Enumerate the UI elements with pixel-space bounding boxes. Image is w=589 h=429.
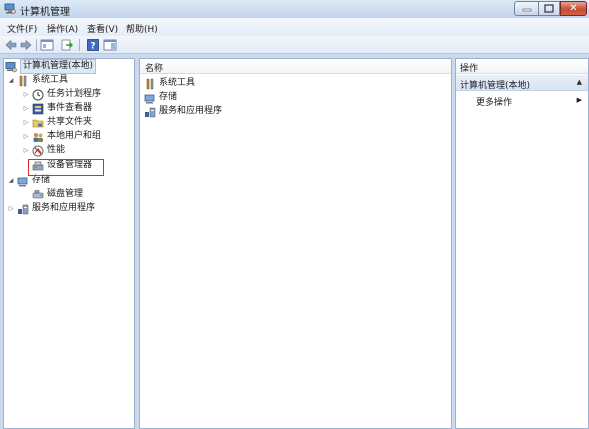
list-item-label: 存储 xyxy=(159,92,178,102)
window-title: 计算机管理 xyxy=(20,7,70,18)
show-hide-tree-icon[interactable] xyxy=(40,38,54,52)
actions-section-header[interactable]: 计算机管理(本地) ▲ xyxy=(456,75,588,91)
tree-label-task-scheduler: 任务计划程序 xyxy=(47,89,102,99)
close-button[interactable]: ✕ xyxy=(560,1,587,16)
tree-label-local-users: 本地用户和组 xyxy=(47,131,102,141)
actions-header-label: 操作 xyxy=(460,64,479,74)
tree-label-services-apps: 服务和应用程序 xyxy=(32,203,96,213)
list-item-label: 服务和应用程序 xyxy=(159,106,223,116)
list-item[interactable]: 服务和应用程序 xyxy=(144,105,222,118)
list-item-label: 系统工具 xyxy=(159,78,196,88)
column-header-name[interactable]: 名称 xyxy=(140,59,451,74)
tree-label-system-tools: 系统工具 xyxy=(32,75,69,85)
tree-item-local-users[interactable]: ▷ 本地用户和组 xyxy=(22,130,101,143)
event-viewer-icon xyxy=(32,103,44,114)
services-icon xyxy=(18,204,29,214)
expand-arrow-icon[interactable]: ▷ xyxy=(22,144,30,157)
storage-icon xyxy=(144,94,155,103)
menu-view[interactable]: 查看(V) xyxy=(87,22,118,35)
navigation-tree-pane[interactable]: 计算机管理(本地) ◢ 系统工具 ▷ 任务计划程序 ▷ 事件查看器 ▷ 共享文件… xyxy=(3,58,135,429)
menu-file[interactable]: 文件(F) xyxy=(7,22,37,35)
collapse-arrow-icon[interactable]: ◢ xyxy=(7,174,15,187)
expand-arrow-icon[interactable]: ▷ xyxy=(22,130,30,143)
menu-action[interactable]: 操作(A) xyxy=(47,22,78,35)
minimize-icon xyxy=(522,8,531,11)
forward-arrow-icon[interactable] xyxy=(19,38,33,52)
tree-item-system-tools[interactable]: ◢ 系统工具 xyxy=(7,74,68,87)
list-item[interactable]: 系统工具 xyxy=(144,77,195,90)
column-header-label: 名称 xyxy=(145,64,164,74)
expand-arrow-icon[interactable]: ▷ xyxy=(7,202,15,215)
tree-label-performance: 性能 xyxy=(47,145,66,155)
tools-icon xyxy=(146,78,154,89)
collapse-arrow-icon[interactable]: ◢ xyxy=(7,74,15,87)
title-bar: 计算机管理 ✕ xyxy=(0,0,589,18)
tree-item-root[interactable]: 计算机管理(本地) xyxy=(5,59,97,74)
back-arrow-icon[interactable] xyxy=(4,38,18,52)
tree-item-services-apps[interactable]: ▷ 服务和应用程序 xyxy=(7,202,95,215)
maximize-button[interactable] xyxy=(538,1,560,16)
tree-item-performance[interactable]: ▷ 性能 xyxy=(22,144,65,157)
actions-header: 操作 xyxy=(456,59,588,74)
help-icon[interactable]: ? xyxy=(86,38,100,52)
services-icon xyxy=(145,107,156,117)
shared-folder-icon xyxy=(32,119,44,127)
tree-label-root: 计算机管理(本地) xyxy=(20,59,97,74)
expand-arrow-icon[interactable]: ▷ xyxy=(22,102,30,115)
close-icon: ✕ xyxy=(569,3,578,14)
minimize-button[interactable] xyxy=(514,1,538,16)
computer-management-icon xyxy=(4,3,16,14)
maximize-icon xyxy=(544,4,554,13)
tree-label-shared-folders: 共享文件夹 xyxy=(47,117,93,127)
expand-arrow-icon[interactable]: ▷ xyxy=(22,116,30,129)
tree-label-disk-management: 磁盘管理 xyxy=(47,189,84,199)
content-list-pane[interactable]: 名称 系统工具 存储 服务和应用程序 xyxy=(139,58,452,429)
performance-icon xyxy=(32,145,44,156)
tree-label-event-viewer: 事件查看器 xyxy=(47,103,93,113)
users-icon xyxy=(33,132,43,142)
tree-item-disk-management[interactable]: 磁盘管理 xyxy=(32,188,83,201)
list-item[interactable]: 存储 xyxy=(144,91,177,104)
expand-arrow-icon[interactable]: ▷ xyxy=(22,88,30,101)
disk-management-icon xyxy=(32,189,44,198)
more-actions-link[interactable]: 更多操作 xyxy=(476,95,512,108)
toolbar-separator xyxy=(79,39,80,51)
actions-pane: 操作 计算机管理(本地) ▲ 更多操作 ▶ xyxy=(455,58,589,429)
clock-icon xyxy=(32,89,44,100)
svg-text:?: ? xyxy=(90,42,95,52)
computer-management-icon xyxy=(5,61,17,72)
highlight-box xyxy=(28,159,104,176)
tree-item-shared-folders[interactable]: ▷ 共享文件夹 xyxy=(22,116,92,129)
collapse-up-icon[interactable]: ▲ xyxy=(577,78,582,86)
action-pane-icon[interactable] xyxy=(103,38,117,52)
menu-bar: 文件(F) 操作(A) 查看(V) 帮助(H) xyxy=(0,18,589,36)
submenu-arrow-icon[interactable]: ▶ xyxy=(577,96,582,104)
tools-icon xyxy=(19,75,27,86)
tree-item-task-scheduler[interactable]: ▷ 任务计划程序 xyxy=(22,88,101,101)
storage-icon xyxy=(17,177,28,186)
export-list-icon[interactable] xyxy=(60,38,74,52)
menu-help[interactable]: 帮助(H) xyxy=(126,22,158,35)
tree-item-event-viewer[interactable]: ▷ 事件查看器 xyxy=(22,102,92,115)
actions-section-label: 计算机管理(本地) xyxy=(460,81,531,91)
toolbar-separator xyxy=(36,39,37,51)
toolbar: ? xyxy=(0,36,589,54)
